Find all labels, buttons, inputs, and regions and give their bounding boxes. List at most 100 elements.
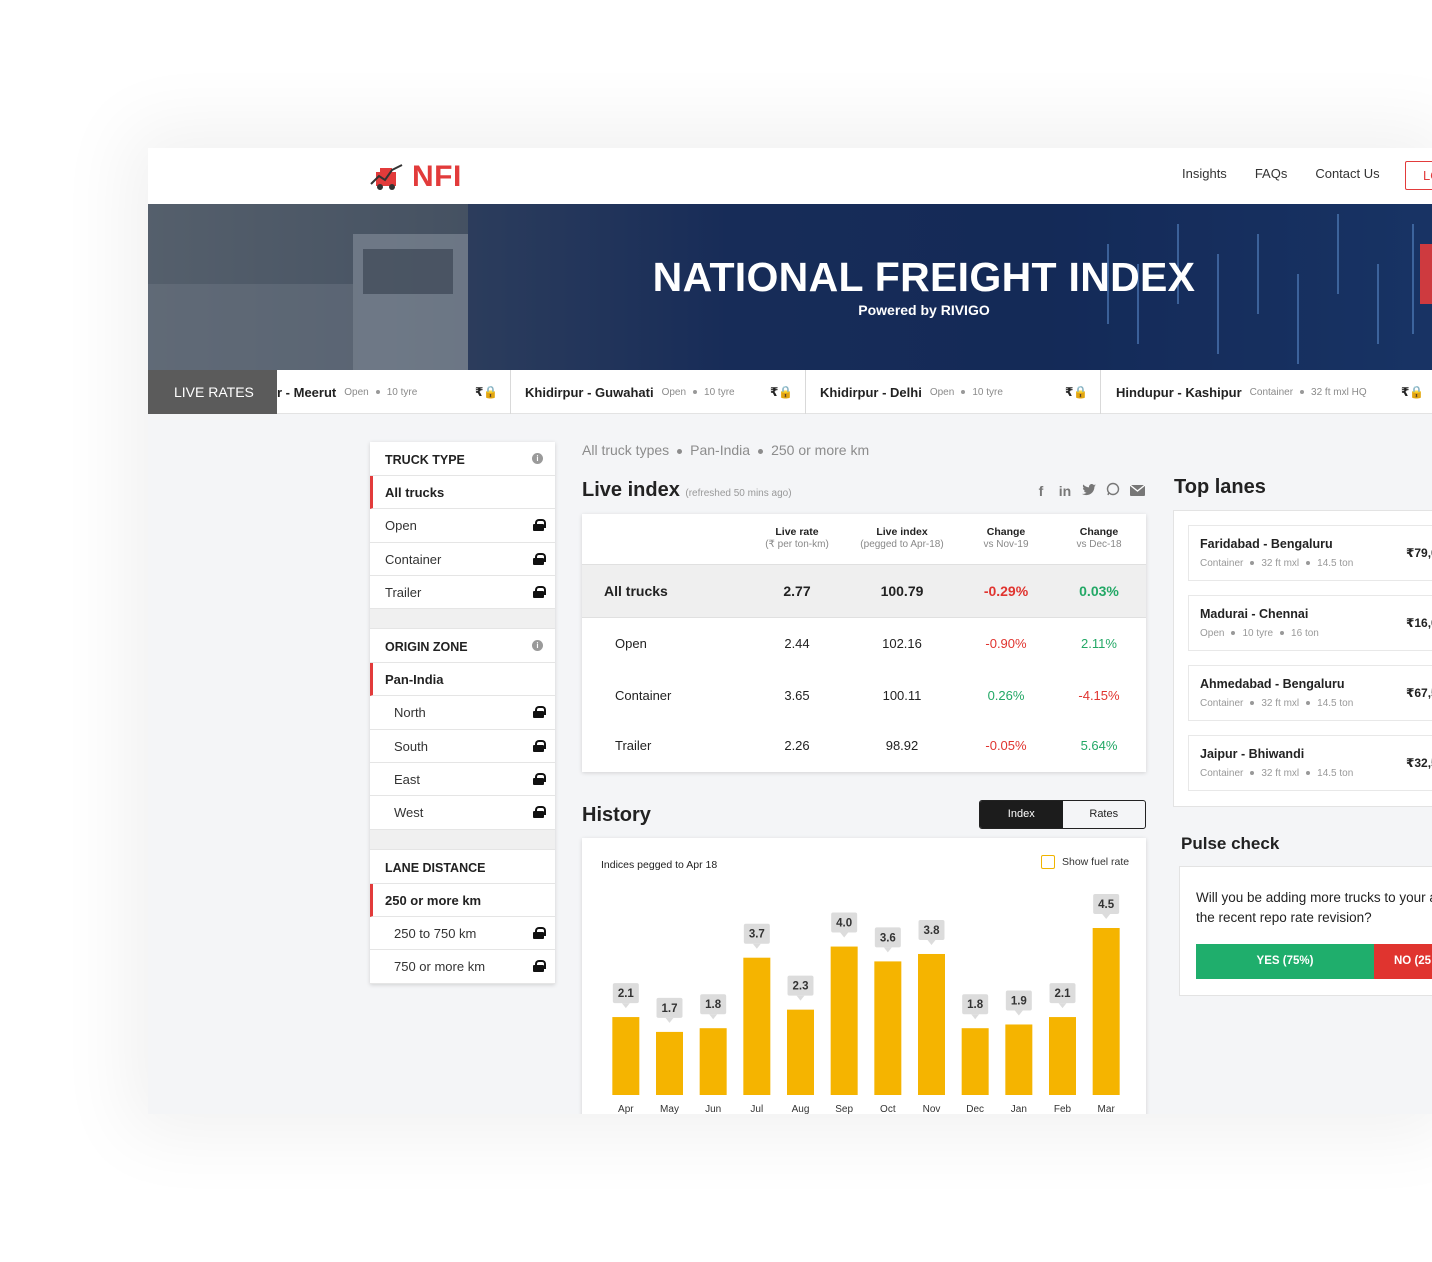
ticker-item[interactable]: Hindupur - Kashipur Container 32 ft mxl H…: [1101, 370, 1432, 414]
lane-meta: Container 32 ft mxl 14.5 ton: [1200, 698, 1354, 709]
filter-container[interactable]: Container: [370, 543, 555, 576]
breadcrumb: All truck types Pan-India 250 or more km: [582, 442, 869, 458]
live-index-title: Live index (refreshed 50 mins ago): [582, 479, 792, 501]
filter-north[interactable]: North: [370, 696, 555, 730]
info-icon[interactable]: i: [532, 453, 543, 464]
data-label: 1.8: [705, 999, 722, 1011]
filter-250-to-750[interactable]: 250 to 750 km: [370, 917, 555, 951]
refreshed-note: (refreshed 50 mins ago): [685, 488, 792, 499]
lane-card[interactable]: Jaipur - Bhiwandi Container 32 ft mxl 14.5…: [1188, 735, 1432, 791]
chart-bar[interactable]: [656, 1031, 683, 1095]
data-label: 4.5: [1098, 899, 1115, 911]
top-nav-bar: NFI Insights FAQs Contact Us LO: [148, 148, 1432, 204]
facebook-icon[interactable]: f: [1033, 483, 1049, 499]
chart-bar[interactable]: [1049, 1017, 1076, 1095]
filter-open[interactable]: Open: [370, 509, 555, 543]
history-title: History: [582, 804, 651, 826]
ticker-lane: r - Meerut: [277, 384, 337, 400]
filter-trailer[interactable]: Trailer: [370, 576, 555, 610]
filter-west[interactable]: West: [370, 796, 555, 830]
ticker-lane: Hindupur - Kashipur: [1116, 384, 1242, 400]
chart-bar[interactable]: [1092, 928, 1120, 1095]
nfi-logo[interactable]: NFI: [370, 160, 462, 194]
ticker-item[interactable]: Khidirpur - Guwahati Open 10 tyre ₹🔒: [511, 370, 806, 414]
vote-yes-button[interactable]: YES (75%): [1196, 944, 1374, 979]
chart-bar[interactable]: [612, 1017, 640, 1095]
lock-icon: [533, 739, 546, 752]
lane-card[interactable]: Ahmedabad - Bengaluru Container 32 ft mxl…: [1188, 665, 1432, 721]
row-rate: 2.77: [783, 583, 811, 599]
lane-card[interactable]: Madurai - Chennai Open 10 tyre 16 ton ₹16,…: [1188, 595, 1432, 651]
filter-250-or-more[interactable]: 250 or more km: [370, 883, 555, 917]
twitter-icon[interactable]: [1081, 483, 1097, 499]
lock-icon: [533, 806, 546, 819]
col-live-rate: Live rate (₹ per ton-km): [765, 526, 829, 550]
toggle-index[interactable]: Index: [980, 801, 1063, 828]
table-row-all-trucks[interactable]: All trucks 2.77 100.79 -0.29% 0.03%: [582, 564, 1146, 618]
lane-price: ₹79,0: [1406, 546, 1432, 560]
lane-meta: Container 32 ft mxl 14.5 ton: [1200, 558, 1354, 569]
ticker-item[interactable]: Khidirpur - Delhi Open 10 tyre ₹🔒: [806, 370, 1101, 414]
vote-no-button[interactable]: NO (25: [1374, 944, 1432, 979]
chart-bar[interactable]: [699, 1028, 727, 1095]
history-bar-chart: 2.1 Apr 1.7 May 1.8 Jun 3.7 Jul 2.3 Aug 4.0 Sep 3.6 O…: [612, 894, 1120, 1114]
email-icon[interactable]: [1129, 483, 1145, 499]
ticker-spec: 10 tyre: [972, 386, 1003, 398]
app-window: NFI Insights FAQs Contact Us LO NATION: [148, 148, 1432, 1114]
ticker-price-locked: ₹🔒: [1401, 385, 1425, 399]
lane-price: ₹16,0: [1406, 616, 1432, 630]
ticker-truck: Open: [344, 386, 369, 398]
row-name: Trailer: [615, 738, 652, 753]
data-label-pointer: [665, 1017, 674, 1023]
x-tick-label: Oct: [880, 1104, 896, 1114]
ticker-truck: Container: [1249, 386, 1294, 398]
data-label: 1.8: [967, 999, 984, 1011]
chart-bar[interactable]: [918, 953, 945, 1095]
nav-faqs[interactable]: FAQs: [1255, 166, 1288, 181]
ticker-truck: Open: [929, 386, 955, 398]
main-nav: Insights FAQs Contact Us: [1182, 166, 1380, 181]
chart-bar[interactable]: [874, 961, 902, 1095]
chart-bar[interactable]: [830, 946, 858, 1095]
breadcrumb-distance[interactable]: 250 or more km: [771, 442, 869, 458]
row-change-dec: 5.64%: [1080, 738, 1118, 753]
lane-card[interactable]: Faridabad - Bengaluru Container 32 ft mxl…: [1188, 525, 1432, 581]
row-rate: 2.26: [784, 738, 810, 753]
data-label-pointer: [1058, 1003, 1067, 1009]
login-button[interactable]: LO: [1405, 161, 1432, 190]
x-tick-label: Sep: [835, 1104, 853, 1114]
share-bar: f in: [1033, 482, 1145, 499]
table-row-trailer[interactable]: Trailer 2.26 98.92 -0.05% 5.64%: [582, 722, 1146, 772]
chart-bar[interactable]: [787, 1009, 814, 1095]
filter-750-or-more[interactable]: 750 or more km: [370, 950, 555, 984]
chart-bar[interactable]: [961, 1028, 989, 1095]
info-icon[interactable]: i: [532, 640, 543, 652]
linkedin-icon[interactable]: in: [1057, 483, 1073, 499]
ticker-spec: 32 ft mxl HQ: [1311, 386, 1367, 398]
chart-bar[interactable]: [743, 957, 771, 1095]
toggle-rates[interactable]: Rates: [1063, 801, 1146, 828]
row-change-dec: 2.11%: [1081, 636, 1117, 651]
filter-all-trucks[interactable]: All trucks: [370, 476, 555, 510]
nav-contact-us[interactable]: Contact Us: [1315, 166, 1379, 181]
whatsapp-icon[interactable]: [1105, 482, 1121, 499]
ticker-spec: 10 tyre: [386, 386, 418, 398]
x-tick-label: May: [660, 1104, 679, 1114]
table-row-container[interactable]: Container 3.65 100.11 0.26% -4.15%: [582, 670, 1146, 722]
filter-east[interactable]: East: [370, 763, 555, 797]
filter-pan-india[interactable]: Pan-India: [370, 663, 555, 697]
table-row-open[interactable]: Open 2.44 102.16 -0.90% 2.11%: [582, 618, 1146, 670]
row-index: 102.16: [882, 636, 922, 651]
col-change-dec: Change vs Dec-18: [1076, 526, 1122, 550]
breadcrumb-truck-type[interactable]: All truck types: [582, 442, 669, 458]
lane-price: ₹32,5: [1406, 756, 1432, 770]
filter-south[interactable]: South: [370, 730, 555, 764]
row-index: 100.11: [882, 688, 922, 703]
breadcrumb-zone[interactable]: Pan-India: [690, 442, 750, 458]
ticker-item[interactable]: r - Meerut Open 10 tyre ₹🔒: [277, 370, 511, 414]
data-label-pointer: [752, 943, 761, 949]
chart-bar[interactable]: [1005, 1024, 1033, 1095]
x-tick-label: Aug: [792, 1104, 810, 1114]
nav-insights[interactable]: Insights: [1182, 166, 1227, 181]
x-tick-label: Feb: [1054, 1104, 1072, 1114]
